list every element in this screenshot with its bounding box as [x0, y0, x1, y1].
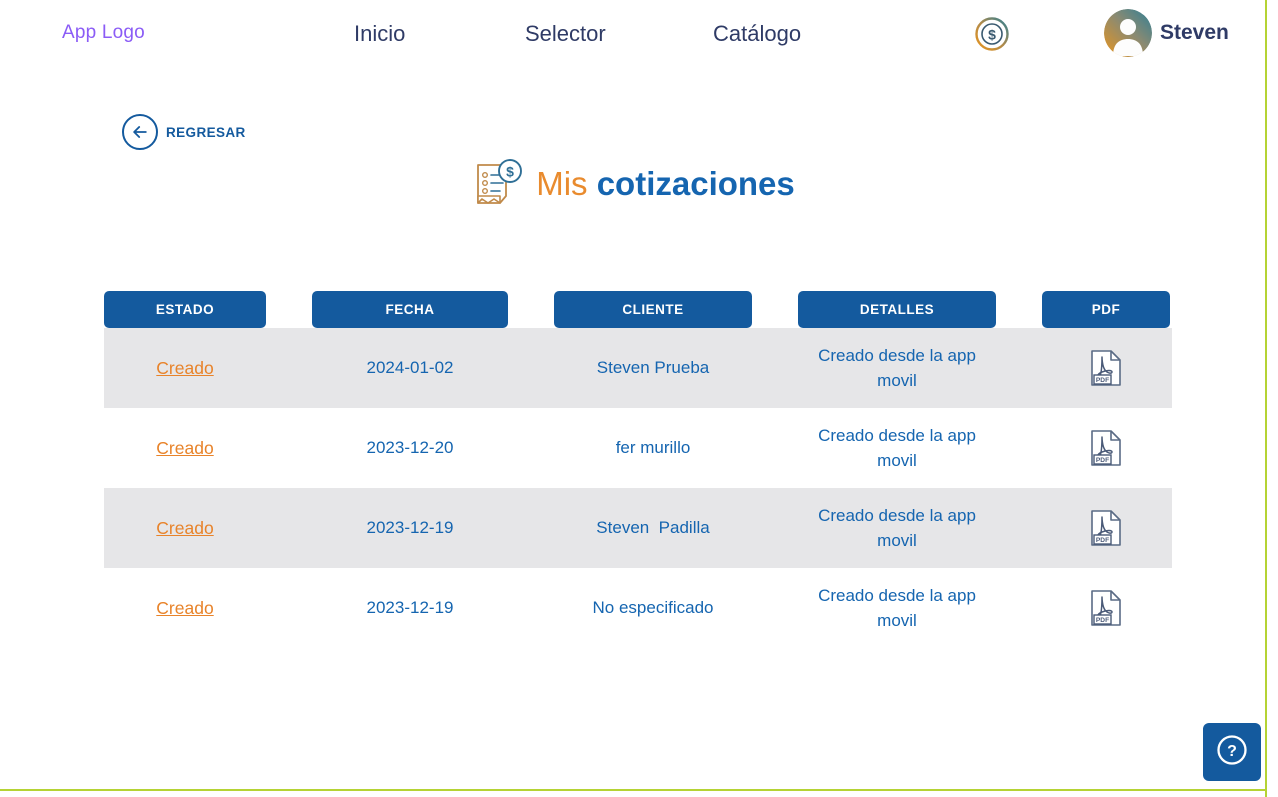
back-button-label: REGRESAR	[166, 124, 246, 140]
pdf-file-icon[interactable]: PDF	[1089, 509, 1123, 547]
cell-fecha: 2024-01-02	[366, 358, 454, 378]
page-title: $ Mis cotizaciones	[0, 158, 1265, 210]
cell-cliente: No especificado	[554, 568, 752, 648]
svg-text:PDF: PDF	[1096, 457, 1109, 464]
table-row: Creado 2023-12-19 Steven Padilla Creado …	[104, 488, 1172, 568]
svg-text:?: ?	[1227, 743, 1237, 760]
status-link[interactable]: Creado	[156, 515, 213, 541]
cell-pdf: PDF	[1042, 488, 1170, 568]
client-name: fer murillo	[615, 438, 691, 458]
svg-text:PDF: PDF	[1096, 377, 1109, 384]
status-link[interactable]: Creado	[156, 595, 213, 621]
page-edge-right	[1265, 0, 1267, 797]
app-logo[interactable]: App Logo	[62, 22, 145, 44]
cell-detalles: Creado desde la app movil	[818, 505, 976, 551]
quotes-table: ESTADO FECHA CLIENTE DETALLES PDF Creado…	[104, 291, 1172, 648]
page-title-bold: cotizaciones	[596, 165, 795, 202]
pdf-file-icon[interactable]: PDF	[1089, 349, 1123, 387]
pdf-file-icon[interactable]: PDF	[1089, 429, 1123, 467]
cell-estado: Creado	[104, 488, 266, 568]
page-title-text: Mis cotizaciones	[536, 165, 795, 203]
client-name: Steven Padilla	[596, 518, 710, 538]
nav-link-catalogo[interactable]: Catálogo	[713, 21, 801, 47]
cell-cliente: Steven Prueba	[554, 328, 752, 408]
cell-detalles: Creado desde la app movil	[818, 425, 976, 471]
page-root: App Logo Inicio Selector Catálogo $ Stev…	[0, 0, 1278, 797]
column-header-fecha[interactable]: FECHA	[312, 291, 508, 328]
dollar-coin-icon[interactable]: $	[974, 16, 1010, 52]
table-row: Creado 2023-12-20 fer murillo Creado des…	[104, 408, 1172, 488]
table-header-row: ESTADO FECHA CLIENTE DETALLES PDF	[104, 291, 1172, 328]
help-button[interactable]: ?	[1203, 723, 1261, 781]
cell-cliente: fer murillo	[554, 408, 752, 488]
cell-fecha: 2023-12-19	[366, 598, 454, 618]
cell-fecha: 2023-12-19	[366, 518, 454, 538]
svg-text:$: $	[506, 164, 514, 180]
status-link[interactable]: Creado	[156, 435, 213, 461]
cell-detalles: Creado desde la app movil	[818, 345, 976, 391]
cell-estado: Creado	[104, 408, 266, 488]
svg-text:$: $	[988, 27, 996, 43]
user-name[interactable]: Steven	[1160, 21, 1229, 45]
avatar[interactable]	[1104, 9, 1152, 57]
column-header-detalles[interactable]: DETALLES	[798, 291, 996, 328]
column-header-estado[interactable]: ESTADO	[104, 291, 266, 328]
client-name: No especificado	[592, 598, 714, 618]
svg-text:PDF: PDF	[1096, 617, 1109, 624]
nav-link-inicio[interactable]: Inicio	[354, 21, 405, 47]
client-name: Steven Prueba	[596, 358, 710, 378]
cell-pdf: PDF	[1042, 328, 1170, 408]
table-row: Creado 2024-01-02 Steven Prueba Creado d…	[104, 328, 1172, 408]
cell-pdf: PDF	[1042, 568, 1170, 648]
arrow-left-icon	[122, 114, 158, 150]
cell-fecha: 2023-12-20	[366, 438, 454, 458]
cell-detalles: Creado desde la app movil	[818, 585, 976, 631]
question-mark-icon: ?	[1215, 733, 1249, 772]
cell-pdf: PDF	[1042, 408, 1170, 488]
cell-estado: Creado	[104, 568, 266, 648]
nav-link-selector[interactable]: Selector	[525, 21, 606, 47]
page-title-light: Mis	[536, 165, 597, 202]
status-link[interactable]: Creado	[156, 355, 213, 381]
table-row: Creado 2023-12-19 No especificado Creado…	[104, 568, 1172, 648]
column-header-pdf[interactable]: PDF	[1042, 291, 1170, 328]
invoice-dollar-icon: $	[470, 158, 524, 210]
page-edge-bottom	[0, 789, 1266, 791]
back-button[interactable]: REGRESAR	[122, 114, 246, 150]
pdf-file-icon[interactable]: PDF	[1089, 589, 1123, 627]
cell-cliente: Steven Padilla	[554, 488, 752, 568]
column-header-cliente[interactable]: CLIENTE	[554, 291, 752, 328]
svg-text:PDF: PDF	[1096, 537, 1109, 544]
top-navbar: App Logo Inicio Selector Catálogo $ Stev…	[0, 0, 1265, 66]
cell-estado: Creado	[104, 328, 266, 408]
